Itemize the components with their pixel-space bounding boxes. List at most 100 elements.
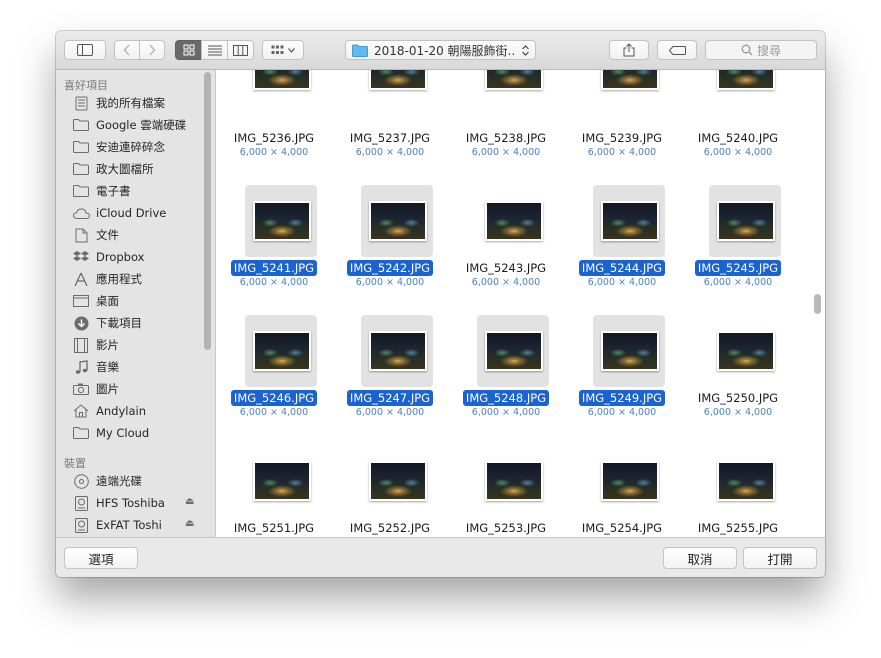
sidebar-item-label: 政大圖檔所 [96, 162, 154, 176]
sidebar-item[interactable]: 音樂 [72, 357, 119, 377]
file-name: IMG_5238.JPG [448, 131, 564, 145]
sidebar-item[interactable]: 文件 [72, 225, 119, 245]
file-item[interactable]: IMG_5240.JPG 6,000 × 4,000 [680, 70, 796, 175]
file-item[interactable]: IMG_5243.JPG 6,000 × 4,000 [448, 185, 564, 305]
list-view-button[interactable] [201, 40, 228, 60]
file-name-label: IMG_5238.JPG [465, 131, 547, 145]
sidebar-item[interactable]: Google 雲端硬碟 [72, 115, 186, 135]
search-field[interactable]: 搜尋 [705, 40, 817, 60]
file-item[interactable]: IMG_5255.JPG6,000 × 4,000 [680, 445, 796, 537]
sidebar-scrollbar[interactable] [204, 72, 211, 350]
sidebar-item[interactable]: 圖片 [72, 379, 119, 399]
file-dimensions: 6,000 × 4,000 [703, 407, 773, 418]
sidebar-item[interactable]: iCloud Drive [72, 203, 166, 223]
file-item[interactable]: IMG_5241.JPG 6,000 × 4,000 [216, 185, 332, 305]
file-name-label: IMG_5237.JPG [349, 131, 431, 145]
sidebar-item[interactable]: 影片 [72, 335, 119, 355]
sidebar-item[interactable]: 應用程式 [72, 269, 142, 289]
sidebar-item[interactable]: 電子書 [72, 181, 131, 201]
sidebar-item[interactable]: 我的所有檔案 [72, 93, 165, 113]
navigation-buttons [114, 40, 165, 60]
file-dimensions: 6,000 × 4,000 [471, 407, 541, 418]
file-name: IMG_5245.JPG [680, 260, 796, 276]
sidebar-item[interactable]: Andylain [72, 401, 146, 421]
file-item[interactable]: IMG_5250.JPG 6,000 × 4,000 [680, 315, 796, 435]
cancel-button[interactable]: 取消 [663, 547, 737, 569]
list-icon [207, 45, 222, 55]
path-label: 2018-01-20 朝陽服飾街... [374, 43, 516, 58]
file-name-label: IMG_5253.JPG [465, 521, 547, 535]
file-grid: IMG_5236.JPG 6,000 × 4,000 IMG_5237.JPG 6,0… [216, 70, 825, 537]
tag-icon [668, 45, 686, 55]
file-item[interactable]: IMG_5247.JPG 6,000 × 4,000 [332, 315, 448, 435]
bottom-bar: 選項 取消 打開 [56, 537, 825, 577]
sidebar-toggle-button[interactable] [64, 40, 106, 60]
sidebar-device-item[interactable]: ExFAT Toshi [72, 515, 162, 535]
sidebar-device-item[interactable]: HFS Toshiba [72, 493, 165, 513]
photo-thumbnail [369, 70, 427, 90]
content-scrollbar[interactable] [814, 294, 821, 314]
drive-icon [72, 517, 90, 533]
sidebar: 喜好項目 我的所有檔案 Google 雲端硬碟 安迪連碎碎念政大圖檔所電子書 iClo… [56, 70, 216, 537]
download-icon [72, 315, 90, 331]
file-item[interactable]: IMG_5253.JPG6,000 × 4,000 [448, 445, 564, 537]
file-item[interactable]: IMG_5249.JPG 6,000 × 4,000 [564, 315, 680, 435]
photo-thumbnail [253, 201, 311, 241]
arrange-button[interactable] [262, 40, 304, 60]
file-dimensions: 6,000 × 4,000 [703, 147, 773, 158]
options-button[interactable]: 選項 [64, 547, 138, 569]
sidebar-item[interactable]: My Cloud [72, 423, 149, 443]
eject-icon[interactable]: ⏏ [185, 496, 194, 507]
file-item[interactable]: IMG_5254.JPG6,000 × 4,000 [564, 445, 680, 537]
sidebar-item-label: 音樂 [96, 360, 119, 374]
file-name: IMG_5242.JPG [332, 260, 448, 276]
file-name: IMG_5236.JPG [216, 131, 332, 145]
sidebar-item[interactable]: 下載項目 [72, 313, 142, 333]
file-name-label: IMG_5246.JPG [230, 390, 318, 406]
file-item[interactable]: IMG_5244.JPG 6,000 × 4,000 [564, 185, 680, 305]
tag-button[interactable] [657, 40, 697, 60]
sidebar-item-label: 影片 [96, 338, 119, 352]
file-item[interactable]: IMG_5242.JPG 6,000 × 4,000 [332, 185, 448, 305]
open-button[interactable]: 打開 [743, 547, 817, 569]
sidebar-item[interactable]: 安迪連碎碎念 [72, 137, 165, 157]
photo-thumbnail [601, 201, 659, 241]
share-button[interactable] [609, 40, 649, 60]
file-item[interactable]: IMG_5246.JPG 6,000 × 4,000 [216, 315, 332, 435]
file-item[interactable]: IMG_5236.JPG 6,000 × 4,000 [216, 70, 332, 175]
sidebar-item[interactable]: 政大圖檔所 [72, 159, 154, 179]
photo-thumbnail [485, 331, 543, 371]
sidebar-device-item[interactable]: 遠端光碟 [72, 471, 142, 491]
file-name-label: IMG_5240.JPG [697, 131, 779, 145]
file-dimensions: 6,000 × 4,000 [239, 147, 309, 158]
file-name: IMG_5254.JPG [564, 521, 680, 535]
path-popup[interactable]: 2018-01-20 朝陽服飾街... [345, 40, 536, 60]
sidebar-item[interactable]: 桌面 [72, 291, 119, 311]
icon-view-button[interactable] [175, 40, 202, 60]
favorites-header: 喜好項目 [64, 79, 108, 92]
sidebar-item-label: 文件 [96, 228, 119, 242]
eject-icon[interactable]: ⏏ [185, 518, 194, 529]
back-button[interactable] [114, 40, 140, 60]
file-item[interactable]: IMG_5252.JPG6,000 × 4,000 [332, 445, 448, 537]
arrange-grid-icon [271, 45, 284, 54]
file-item[interactable]: IMG_5238.JPG 6,000 × 4,000 [448, 70, 564, 175]
forward-button[interactable] [139, 40, 165, 60]
file-item[interactable]: IMG_5245.JPG 6,000 × 4,000 [680, 185, 796, 305]
sidebar-item-label: My Cloud [96, 426, 150, 440]
file-name: IMG_5244.JPG [564, 260, 680, 276]
photo-thumbnail [485, 201, 543, 241]
sidebar-item-label: 應用程式 [96, 272, 142, 286]
sidebar-item[interactable]: Dropbox [72, 247, 144, 267]
sidebar-item-label: Andylain [96, 404, 146, 418]
file-name-label: IMG_5244.JPG [578, 260, 666, 276]
file-item[interactable]: IMG_5248.JPG 6,000 × 4,000 [448, 315, 564, 435]
file-name-label: IMG_5236.JPG [233, 131, 315, 145]
file-name: IMG_5247.JPG [332, 390, 448, 406]
column-view-button[interactable] [227, 40, 254, 60]
file-item[interactable]: IMG_5251.JPG6,000 × 4,000 [216, 445, 332, 537]
file-item[interactable]: IMG_5239.JPG 6,000 × 4,000 [564, 70, 680, 175]
file-item[interactable]: IMG_5237.JPG 6,000 × 4,000 [332, 70, 448, 175]
chevron-down-icon [288, 47, 295, 53]
file-name-label: IMG_5245.JPG [694, 260, 782, 276]
